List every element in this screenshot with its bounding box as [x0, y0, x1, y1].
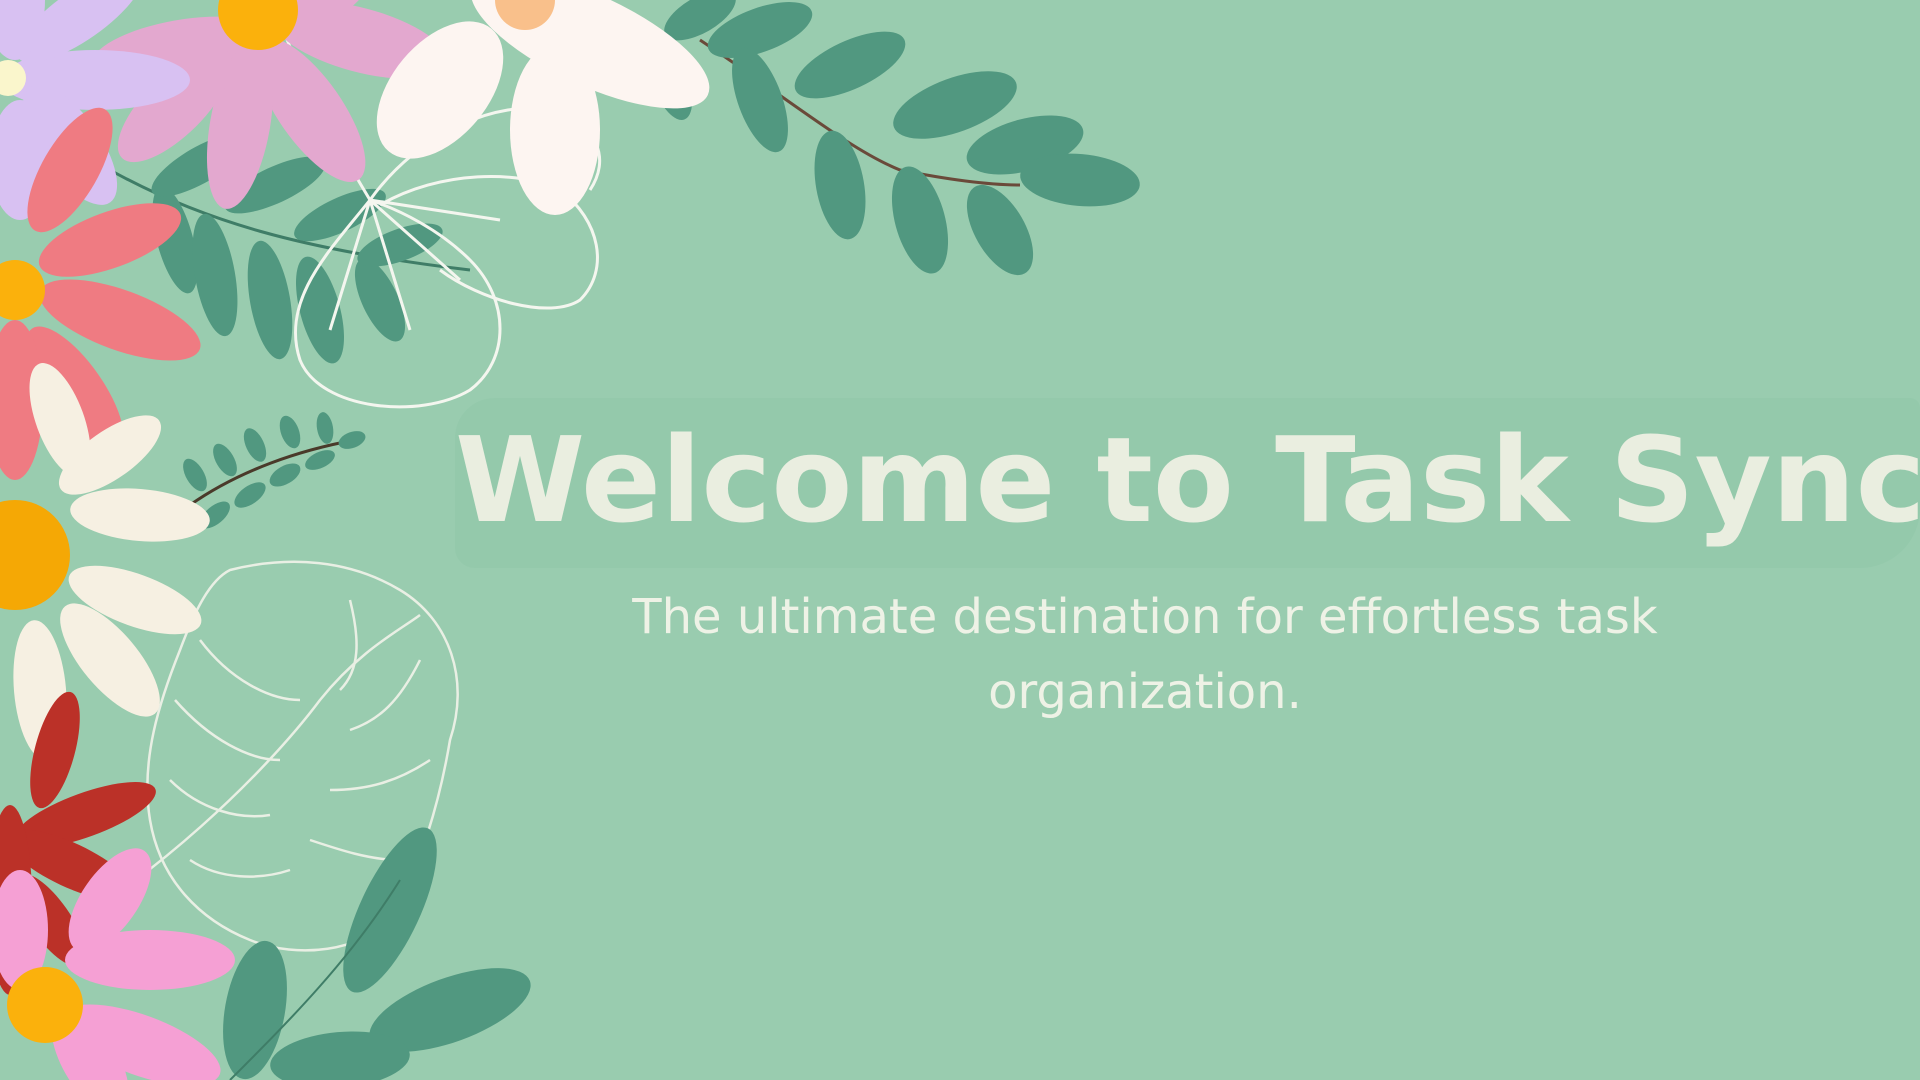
page-title: Welcome to Task Sync! — [455, 411, 1920, 549]
bright-pink-daisy-illustration — [0, 848, 235, 1080]
bottom-leaves-illustration — [223, 827, 531, 1080]
page-subtitle: The ultimate destination for effortless … — [632, 589, 1658, 720]
eucalyptus-branch-illustration — [647, 0, 1140, 276]
